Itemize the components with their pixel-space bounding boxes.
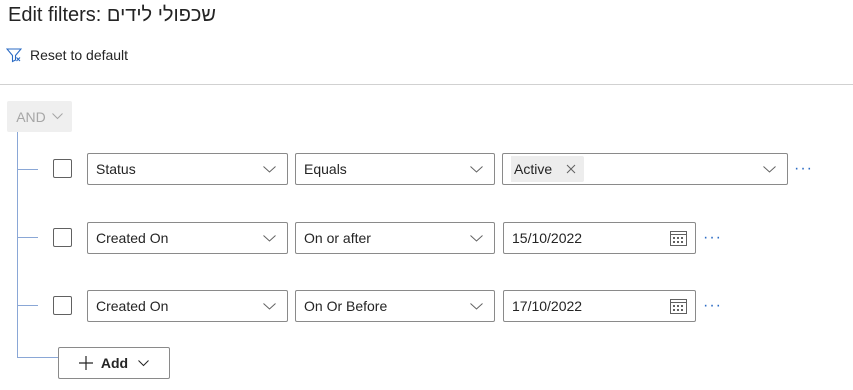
plus-icon (78, 356, 93, 370)
header-divider (0, 84, 853, 85)
reset-label: Reset to default (30, 47, 129, 63)
date-value: 17/10/2022 (512, 298, 583, 314)
field-dropdown[interactable]: Status (87, 153, 288, 185)
filter-reset-icon (6, 48, 22, 63)
group-operator-label: AND (16, 108, 46, 125)
reset-to-default-button[interactable]: Reset to default (6, 44, 128, 66)
add-button[interactable]: Add (58, 347, 170, 379)
chevron-down-icon (263, 302, 277, 310)
field-value: Created On (96, 230, 169, 246)
chevron-down-icon (51, 113, 63, 120)
date-input[interactable]: 15/10/2022 (503, 222, 696, 254)
operator-dropdown[interactable]: On or after (295, 222, 495, 254)
calendar-icon[interactable] (670, 230, 687, 246)
close-icon[interactable] (566, 164, 576, 174)
chevron-down-icon (763, 165, 777, 173)
tree-vertical-line (17, 132, 18, 358)
field-dropdown[interactable]: Created On (87, 290, 288, 322)
row-select-checkbox[interactable] (53, 228, 72, 247)
more-options-icon[interactable]: ··· (703, 230, 722, 246)
field-dropdown[interactable]: Created On (87, 222, 288, 254)
page-title: Edit filters: שכפולי לידים (8, 4, 216, 26)
tree-branch-line (17, 357, 58, 358)
operator-dropdown[interactable]: Equals (295, 153, 495, 185)
value-tag: Active (511, 156, 585, 182)
selected-values: Active (511, 156, 763, 182)
operator-value: On or after (304, 230, 371, 246)
date-input[interactable]: 17/10/2022 (503, 290, 696, 322)
field-value: Created On (96, 298, 169, 314)
operator-value: Equals (304, 161, 347, 177)
date-value: 15/10/2022 (512, 230, 583, 246)
tree-branch-line (17, 237, 38, 238)
chevron-down-icon (470, 302, 484, 310)
row-select-checkbox[interactable] (53, 159, 72, 178)
chevron-down-icon (263, 165, 277, 173)
chevron-down-icon (263, 234, 277, 242)
operator-dropdown[interactable]: On Or Before (295, 290, 495, 322)
chevron-down-icon (470, 234, 484, 242)
chevron-down-icon (138, 359, 149, 367)
value-multiselect[interactable]: Active (502, 153, 788, 185)
more-options-icon[interactable]: ··· (703, 298, 722, 314)
operator-value: On Or Before (304, 298, 388, 314)
tree-branch-line (17, 169, 38, 170)
row-select-checkbox[interactable] (53, 296, 72, 315)
group-operator-dropdown[interactable]: AND (7, 101, 72, 132)
more-options-icon[interactable]: ··· (794, 161, 813, 177)
value-tag-label: Active (514, 161, 553, 177)
add-label: Add (100, 355, 129, 371)
tree-branch-line (17, 305, 38, 306)
calendar-icon[interactable] (670, 298, 687, 314)
field-value: Status (96, 161, 136, 177)
chevron-down-icon (470, 165, 484, 173)
